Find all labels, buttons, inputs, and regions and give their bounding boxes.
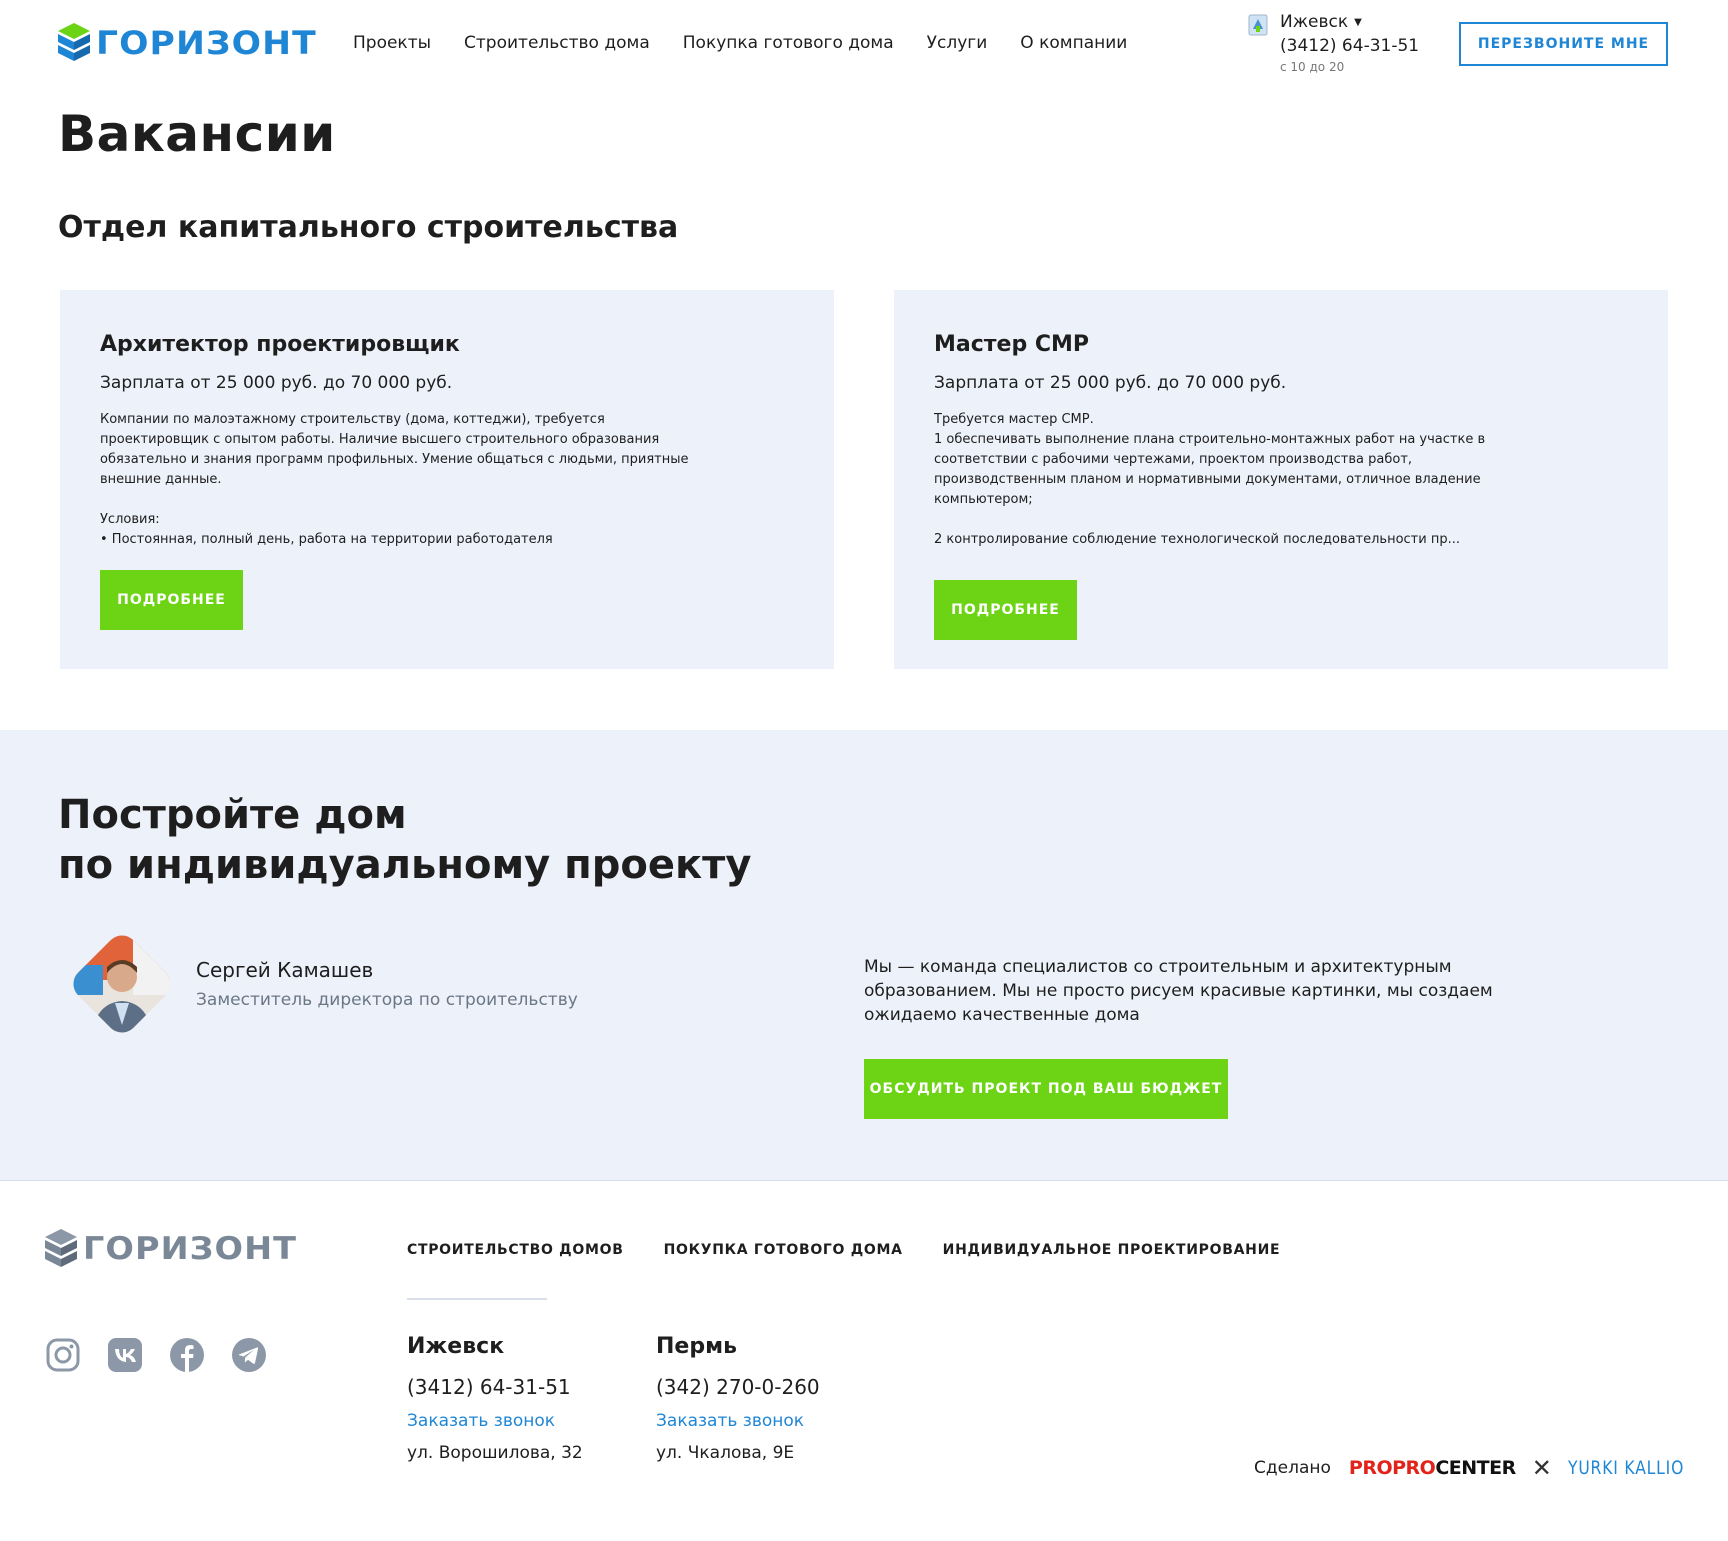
site-footer: ГОРИЗОНТ СТРОИТЕЛЬСТВО ДОМОВ ПОКУПКА ГОТ…	[0, 1180, 1728, 1541]
vacancy-salary: Зарплата от 25 000 руб. до 70 000 руб.	[100, 373, 453, 393]
cta-section: Постройте дом по индивидуальному проекту…	[0, 730, 1728, 1180]
logo-cube-icon	[45, 1229, 77, 1267]
logo[interactable]: ГОРИЗОНТ	[58, 23, 316, 63]
vacancy-details-button[interactable]: ПОДРОБНЕЕ	[934, 580, 1077, 640]
logo-cube-icon	[58, 23, 90, 61]
footer-city-phone[interactable]: (3412) 64-31-51	[407, 1375, 583, 1399]
telegram-icon[interactable]	[231, 1337, 267, 1373]
vacancy-description: Требуется мастер СМР. 1 обеспечивать вып…	[934, 412, 1486, 547]
cta-title: Постройте дом по индивидуальному проекту	[58, 792, 752, 888]
footer-logo[interactable]: ГОРИЗОНТ	[45, 1229, 296, 1269]
footer-city-address: ул. Ворошилова, 32	[407, 1443, 583, 1463]
vacancy-card: Архитектор проектировщик Зарплата от 25 …	[60, 290, 834, 669]
cta-text: Мы — команда специалистов со строительны…	[864, 957, 1493, 1025]
footer-city-perm: Пермь (342) 270-0-260 Заказать звонок ул…	[656, 1334, 820, 1463]
footer-logo-text: ГОРИЗОНТ	[83, 1231, 298, 1267]
footer-city-phone[interactable]: (342) 270-0-260	[656, 1375, 820, 1399]
nav-house-construction[interactable]: Строительство дома	[464, 33, 650, 53]
footer-city-izhevsk: Ижевск (3412) 64-31-51 Заказать звонок у…	[407, 1334, 583, 1463]
vacancy-card: Мастер СМР Зарплата от 25 000 руб. до 70…	[894, 290, 1668, 669]
avatar	[66, 928, 178, 1040]
vacancy-salary: Зарплата от 25 000 руб. до 70 000 руб.	[934, 373, 1287, 393]
order-call-link[interactable]: Заказать звонок	[656, 1411, 820, 1431]
caret-down-icon: ▼	[1354, 16, 1362, 28]
person-name: Сергей Камашев	[196, 958, 374, 982]
work-hours: с 10 до 20	[1280, 60, 1345, 74]
footer-city-name: Пермь	[656, 1334, 737, 1359]
city-selector[interactable]: Ижевск ▼	[1280, 12, 1362, 32]
site-header: ГОРИЗОНТ Проекты Строительство дома Поку…	[0, 0, 1728, 92]
instagram-icon[interactable]	[45, 1337, 81, 1373]
footer-nav-ready-house[interactable]: ПОКУПКА ГОТОВОГО ДОМА	[664, 1242, 903, 1258]
vk-icon[interactable]	[107, 1337, 143, 1373]
propro-center-logo[interactable]: PROPROCENTER	[1349, 1457, 1516, 1479]
vacancy-title: Архитектор проектировщик	[100, 332, 460, 357]
callback-button[interactable]: ПЕРЕЗВОНИТЕ МНЕ	[1459, 22, 1668, 66]
logo-text: ГОРИЗОНТ	[96, 24, 317, 62]
facebook-icon[interactable]	[169, 1337, 205, 1373]
discuss-project-button[interactable]: ОБСУДИТЬ ПРОЕКТ ПОД ВАШ БЮДЖЕТ	[864, 1059, 1228, 1119]
nav-projects[interactable]: Проекты	[353, 33, 431, 53]
nav-about[interactable]: О компании	[1020, 33, 1127, 53]
person-role: Заместитель директора по строительству	[196, 990, 578, 1010]
social-links	[45, 1337, 267, 1373]
header-phone[interactable]: (3412) 64-31-51	[1280, 36, 1419, 56]
vacancy-details-button[interactable]: ПОДРОБНЕЕ	[100, 570, 243, 630]
vacancy-title: Мастер СМР	[934, 332, 1090, 357]
order-call-link[interactable]: Заказать звонок	[407, 1411, 583, 1431]
made-by-label: Сделано	[1254, 1458, 1331, 1478]
footer-nav-individual-design[interactable]: ИНДИВИДУАЛЬНОЕ ПРОЕКТИРОВАНИЕ	[943, 1242, 1281, 1258]
footer-city-name: Ижевск	[407, 1334, 505, 1359]
yurki-kallio-logo[interactable]: YURKI KALLIO	[1568, 1457, 1684, 1479]
made-by: Сделано PROPROCENTER ✕ YURKI KALLIO	[1254, 1454, 1710, 1482]
page-title: Вакансии	[58, 105, 336, 163]
main-nav: Проекты Строительство дома Покупка готов…	[353, 33, 1160, 53]
divider	[407, 1298, 547, 1300]
vacancy-description: Компании по малоэтажному строительству (…	[100, 412, 689, 547]
footer-city-address: ул. Чкалова, 9Е	[656, 1443, 795, 1463]
nav-services[interactable]: Услуги	[927, 33, 988, 53]
cross-icon: ✕	[1531, 1454, 1552, 1482]
nav-ready-house[interactable]: Покупка готового дома	[683, 33, 894, 53]
section-title: Отдел капитального строительства	[58, 210, 679, 245]
city-emblem-icon	[1248, 14, 1268, 36]
footer-nav-construction[interactable]: СТРОИТЕЛЬСТВО ДОМОВ	[407, 1242, 624, 1258]
footer-nav: СТРОИТЕЛЬСТВО ДОМОВ ПОКУПКА ГОТОВОГО ДОМ…	[407, 1242, 1320, 1258]
